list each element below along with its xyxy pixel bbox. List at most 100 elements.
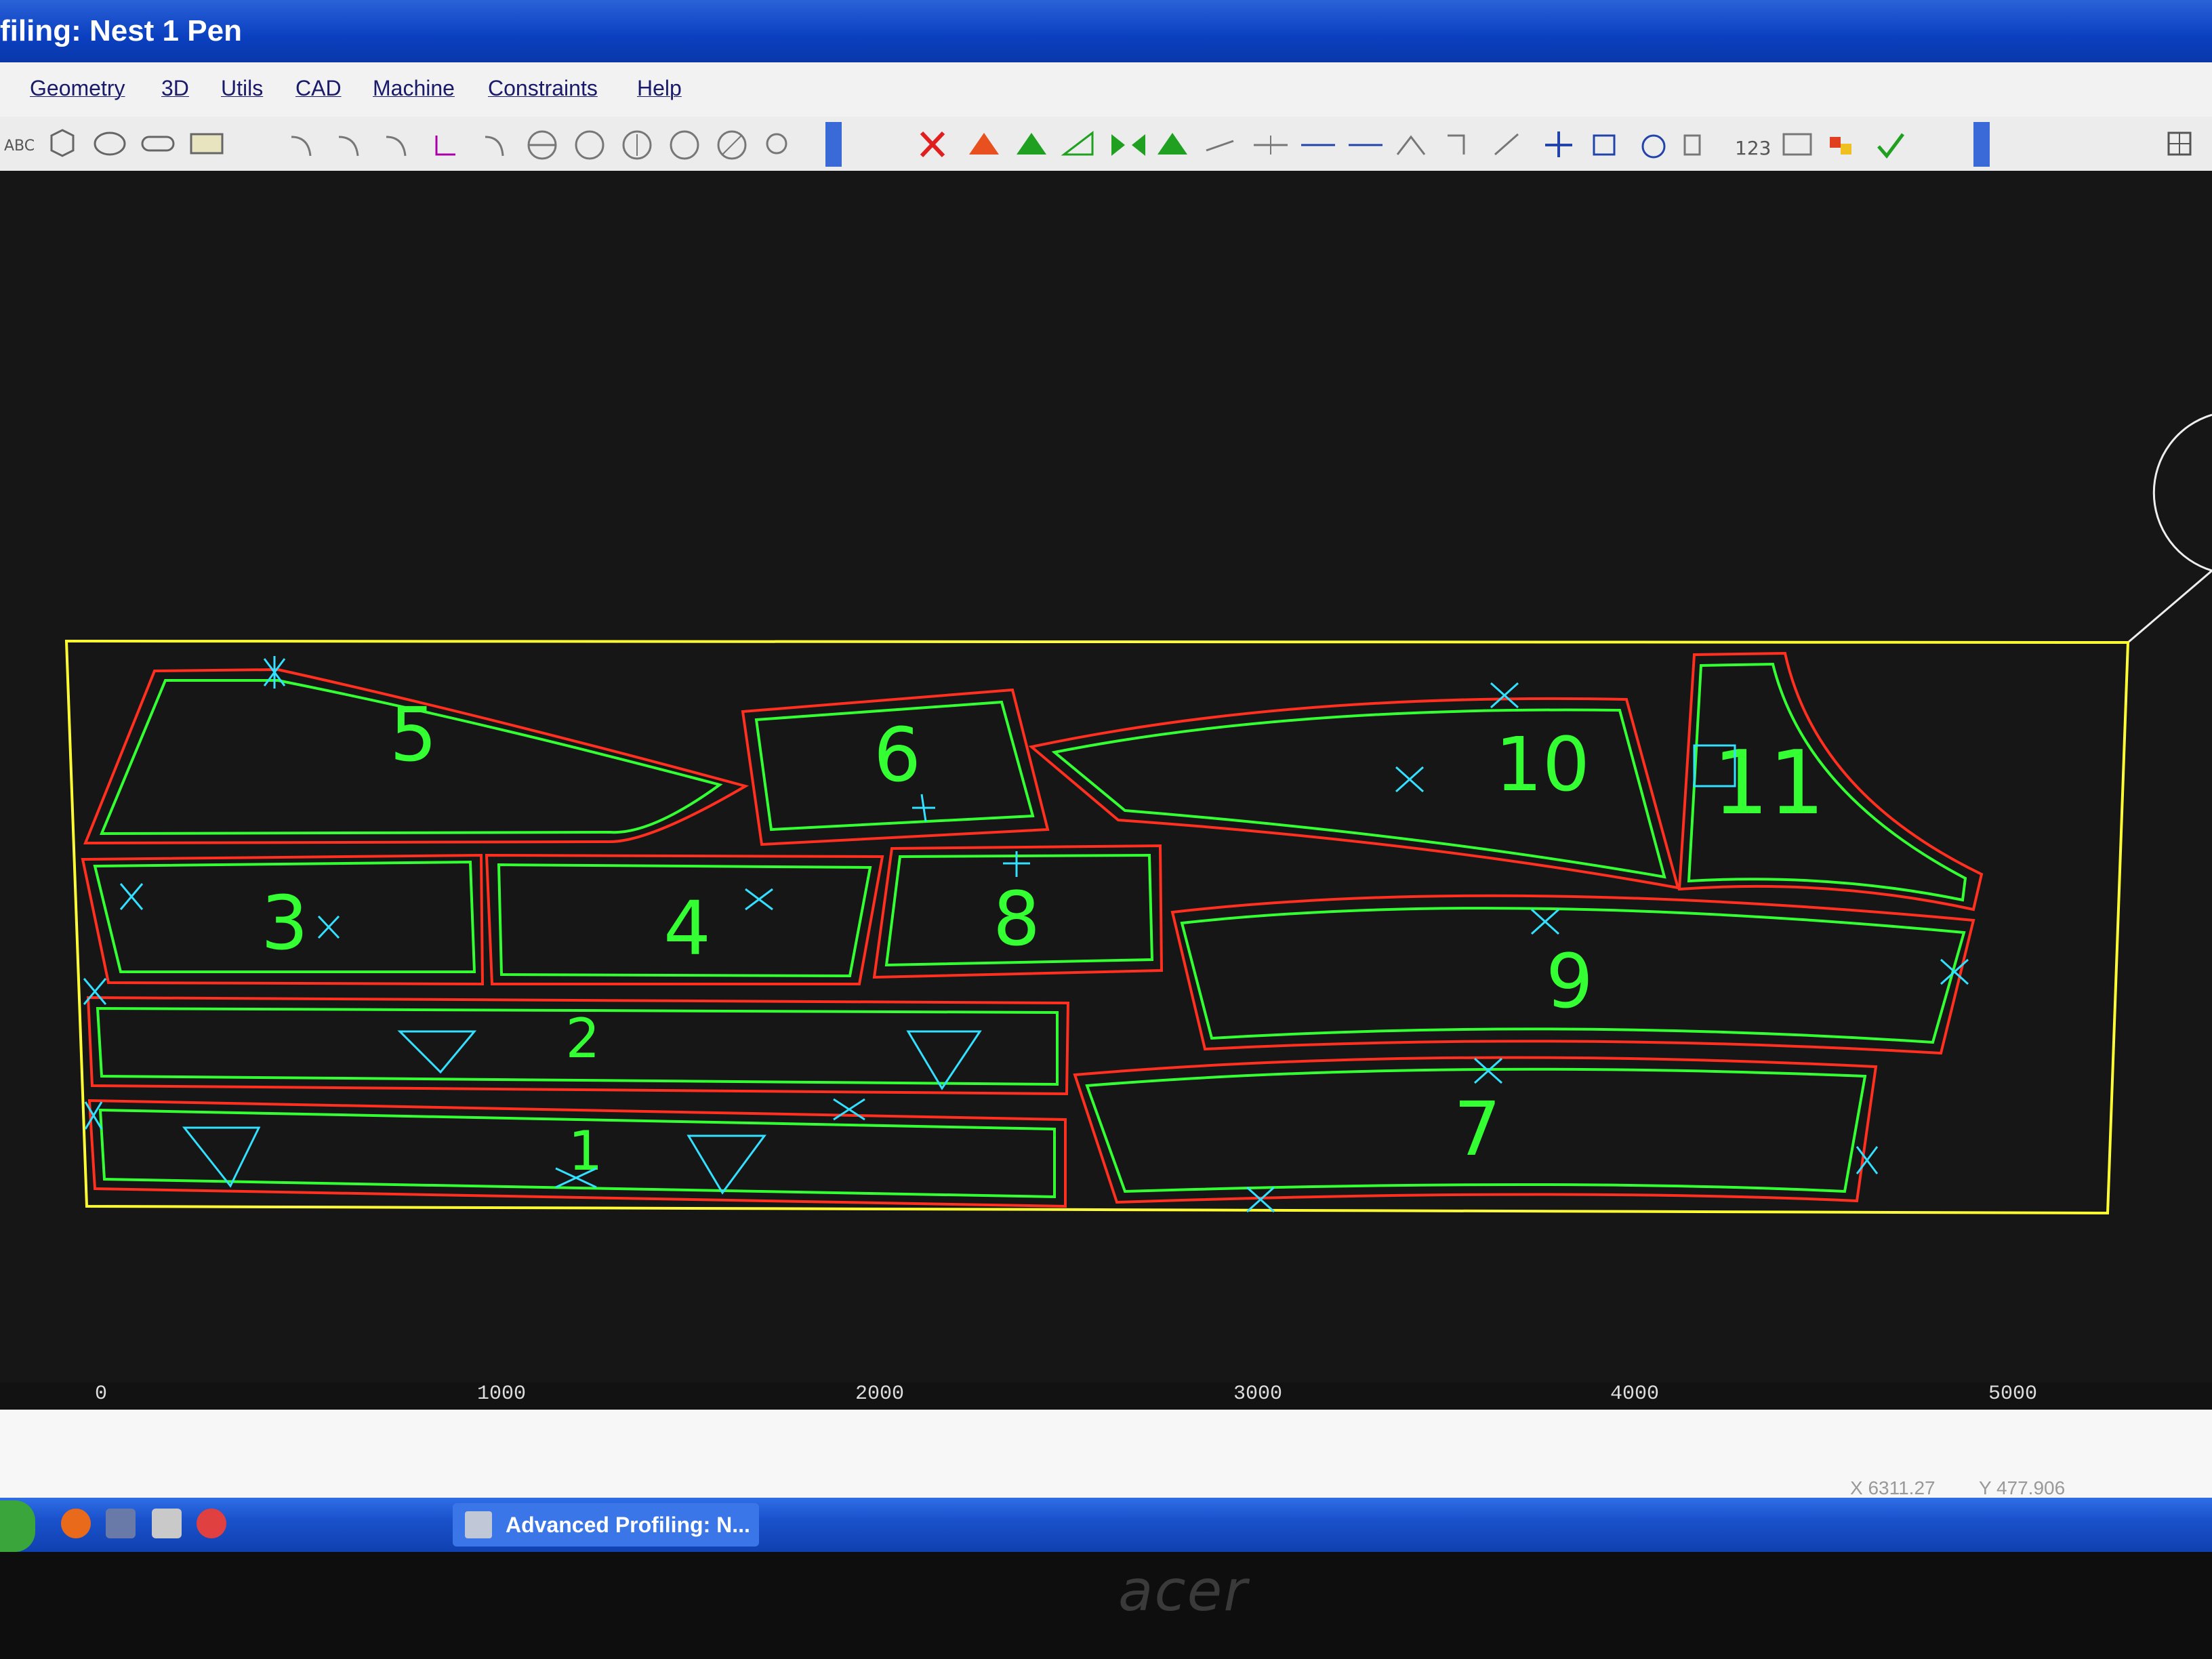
cross-icon[interactable]	[1545, 131, 1572, 157]
delete-icon[interactable]	[920, 131, 945, 158]
menu-geometry[interactable]: Geometry	[30, 76, 125, 101]
ruler-label-2000: 2000	[855, 1382, 905, 1406]
mirror-icon[interactable]	[1111, 134, 1145, 156]
lead-in-marker	[745, 888, 773, 911]
trim-icon[interactable]	[1494, 133, 1519, 156]
check-icon[interactable]	[1877, 133, 1904, 159]
part-6[interactable]: 6	[741, 688, 1050, 846]
status-bar: X 6311.27 Y 477.906	[0, 1410, 2212, 1498]
rotate-icon[interactable]	[1641, 134, 1666, 159]
taskbar-window-button[interactable]: Advanced Profiling: N...	[453, 1503, 759, 1547]
part-3[interactable]: 3	[81, 853, 485, 986]
frame-icon[interactable]	[1782, 133, 1812, 156]
corner-icon[interactable]	[1448, 134, 1465, 155]
polygon-icon[interactable]	[50, 129, 75, 157]
lead-in-marker	[119, 883, 144, 910]
firefox-icon[interactable]	[61, 1509, 91, 1538]
lead-in-marker	[1856, 1146, 1879, 1174]
rotate-icon[interactable]	[1396, 135, 1426, 155]
svg-text:ABC: ABC	[4, 138, 35, 155]
triangle-icon[interactable]	[1017, 133, 1046, 155]
circle-line-icon[interactable]	[527, 130, 557, 160]
part-9[interactable]: 9	[1170, 894, 1975, 1055]
triangle-icon[interactable]	[1158, 133, 1187, 155]
part-label-11: 11	[1713, 731, 1824, 834]
part-1[interactable]: 1	[87, 1099, 1067, 1208]
window-title: filing: Nest 1 Pen	[0, 14, 242, 47]
profiling-app-icon	[465, 1511, 492, 1538]
line-icon[interactable]	[1206, 140, 1234, 152]
ruler-label-3000: 3000	[1233, 1382, 1283, 1406]
lead-in-marker	[84, 1101, 103, 1130]
sheet-boundary	[64, 639, 2130, 1215]
tool-triangle	[397, 1030, 477, 1074]
ruler-label-1000: 1000	[477, 1382, 527, 1406]
part-5[interactable]: 5	[83, 668, 750, 845]
part-label-8: 8	[993, 876, 1040, 962]
lead-in-marker	[1490, 682, 1519, 709]
ruler-label-5000: 5000	[1988, 1382, 2038, 1406]
scroll-icon[interactable]	[1973, 122, 1990, 167]
ellipse-icon[interactable]	[94, 131, 126, 156]
triangle-icon[interactable]	[969, 133, 999, 155]
lead-in-marker	[263, 656, 286, 689]
menu-constraints[interactable]: Constraints	[488, 76, 598, 101]
part-label-9: 9	[1546, 938, 1593, 1025]
lead-in-marker	[83, 978, 107, 1005]
zoom-icon[interactable]	[766, 133, 787, 155]
part-8[interactable]: 8	[872, 844, 1164, 979]
menu-machine[interactable]: Machine	[373, 76, 455, 101]
ruler-label-0: 0	[95, 1382, 108, 1406]
menu-cad[interactable]: CAD	[295, 76, 342, 101]
circle-icon[interactable]	[575, 130, 605, 160]
screen: filing: Nest 1 Pen Geometry 3D Utils CAD…	[0, 0, 2212, 1552]
menu-3d[interactable]: 3D	[161, 76, 189, 101]
part-10[interactable]: 10	[1028, 697, 1680, 890]
network-icon[interactable]	[152, 1509, 182, 1538]
tool-triangle	[182, 1126, 261, 1188]
part-2[interactable]: 2	[86, 996, 1070, 1096]
grid-icon[interactable]	[2167, 131, 2192, 156]
angle-icon[interactable]	[1061, 130, 1094, 156]
number-icon[interactable]: 123	[1735, 137, 1771, 159]
arc-icon[interactable]	[386, 136, 407, 157]
circle-slash-icon[interactable]	[717, 130, 747, 160]
title-bar: filing: Nest 1 Pen	[0, 0, 2212, 62]
line-icon[interactable]	[1254, 136, 1288, 155]
part-11[interactable]: 11	[1677, 651, 1984, 912]
part-label-7: 7	[1454, 1086, 1501, 1172]
start-button[interactable]	[0, 1500, 35, 1552]
app-icon[interactable]	[197, 1509, 226, 1538]
circle-icon[interactable]	[670, 130, 699, 160]
matrix-icon[interactable]	[1683, 134, 1701, 156]
rounded-rect-icon[interactable]	[141, 136, 175, 152]
part-7[interactable]: 7	[1073, 1056, 1878, 1204]
abc-text-icon[interactable]: ABC	[4, 138, 35, 155]
part-label-2: 2	[566, 1007, 600, 1070]
drawing-canvas[interactable]: 5 6 10 11 3 4 8 9 2 1 7	[0, 171, 2212, 1404]
scroll-icon[interactable]	[825, 122, 842, 167]
x-coordinate: X 6311.27	[1850, 1477, 1936, 1498]
tool-triangle	[687, 1134, 766, 1195]
app-icon[interactable]	[106, 1509, 136, 1538]
lead-in-marker	[1395, 766, 1425, 793]
lead-in-marker	[912, 794, 935, 822]
arc-icon[interactable]	[338, 136, 359, 157]
menu-help[interactable]: Help	[637, 76, 682, 101]
horizontal-ruler: 0 1000 2000 3000 4000 5000	[0, 1382, 2212, 1410]
color-icon[interactable]	[1830, 137, 1851, 155]
rectangle-icon[interactable]	[190, 133, 224, 155]
circle-cross-icon[interactable]	[622, 130, 652, 160]
part-4[interactable]: 4	[485, 853, 884, 985]
fillet-icon[interactable]	[435, 136, 455, 156]
menu-utils[interactable]: Utils	[221, 76, 263, 101]
arc-icon[interactable]	[291, 136, 312, 157]
arc-icon[interactable]	[485, 136, 504, 157]
tool-triangle	[906, 1030, 982, 1090]
expand-icon[interactable]	[1593, 134, 1616, 156]
nest-drawing[interactable]: 5 6 10 11 3 4 8 9 2 1 7	[0, 171, 2212, 1404]
part-label-4: 4	[663, 885, 711, 972]
toolbar-icons: ABC 123	[4, 122, 2192, 167]
part-label-5: 5	[390, 691, 437, 778]
part-label-6: 6	[874, 712, 921, 798]
